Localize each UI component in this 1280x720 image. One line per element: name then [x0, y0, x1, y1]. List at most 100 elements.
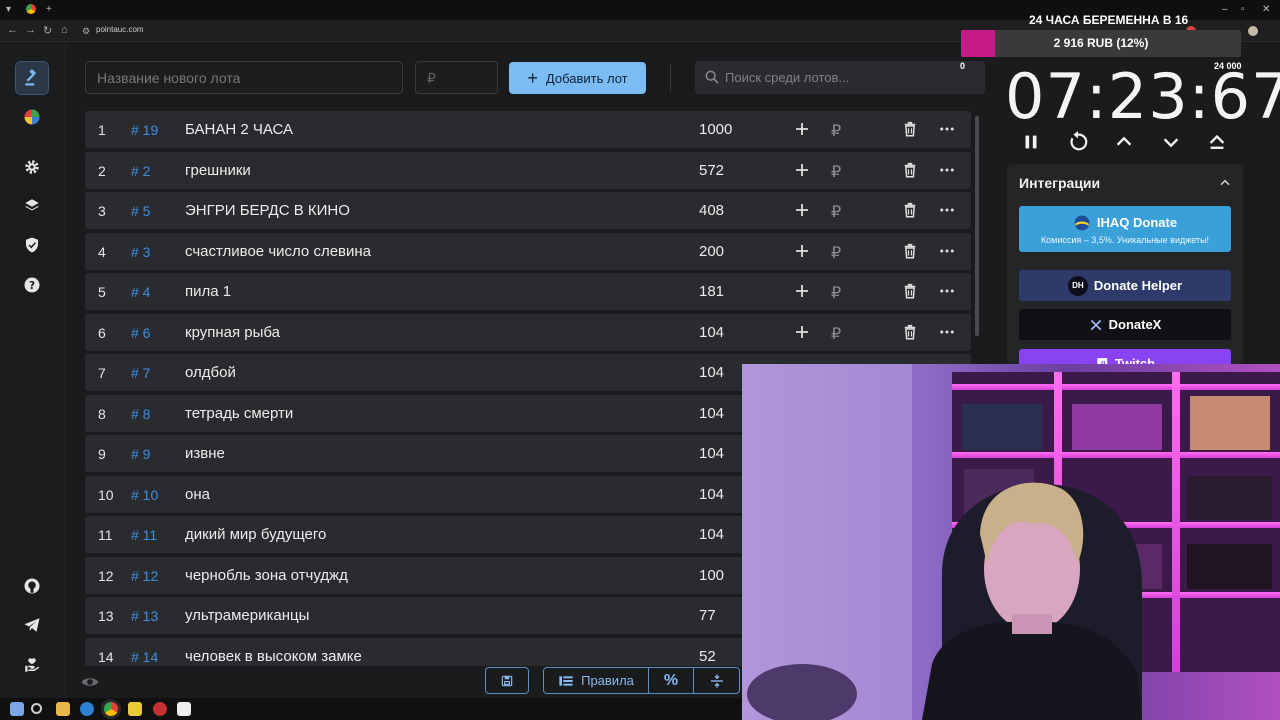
lot-id[interactable]: # 3 — [131, 244, 150, 260]
lot-name[interactable]: извне — [185, 445, 225, 462]
sidebar-item-layers[interactable] — [15, 189, 49, 223]
lot-id[interactable]: # 4 — [131, 284, 150, 300]
ruble-button[interactable]: ₽ — [831, 283, 841, 303]
delete-lot-button[interactable] — [901, 120, 919, 143]
sidebar-item-wheel[interactable] — [15, 100, 49, 134]
maximize-icon[interactable]: ▫ — [1241, 4, 1245, 16]
file-explorer-icon[interactable] — [56, 702, 70, 716]
app-icon[interactable] — [128, 702, 142, 716]
lot-id[interactable]: # 9 — [131, 446, 150, 462]
eye-icon[interactable] — [80, 672, 100, 692]
profile-avatar[interactable] — [1248, 26, 1258, 36]
lot-row[interactable]: 4 # 3 счастливое число слевина 200 ₽ — [85, 232, 971, 270]
lot-id[interactable]: # 2 — [131, 163, 150, 179]
ruble-button[interactable]: ₽ — [831, 324, 841, 344]
donatex-button[interactable]: DonateX — [1019, 309, 1231, 340]
ruble-button[interactable]: ₽ — [831, 202, 841, 222]
more-options-button[interactable] — [938, 282, 956, 305]
lot-name[interactable]: грешники — [185, 162, 251, 179]
lot-row[interactable]: 6 # 6 крупная рыба 104 ₽ — [85, 313, 971, 351]
ruble-button[interactable]: ₽ — [831, 121, 841, 141]
add-amount-button[interactable] — [793, 242, 811, 265]
more-options-button[interactable] — [938, 120, 956, 143]
pause-button[interactable] — [1019, 130, 1043, 154]
lot-id[interactable]: # 12 — [131, 568, 158, 584]
lot-id[interactable]: # 19 — [131, 122, 158, 138]
delete-lot-button[interactable] — [901, 282, 919, 305]
ihaq-donate-button[interactable]: IHAQ Donate Комиссия – 3,5%. Уникальные … — [1019, 206, 1231, 252]
delete-lot-button[interactable] — [901, 242, 919, 265]
lot-id[interactable]: # 6 — [131, 325, 150, 341]
new-lot-price-input[interactable] — [415, 61, 498, 94]
home-icon[interactable]: ⌂ — [61, 24, 68, 36]
lot-name[interactable]: она — [185, 486, 210, 503]
chrome-icon[interactable] — [26, 4, 36, 14]
lot-search[interactable] — [695, 61, 985, 94]
url-text[interactable]: pointauc.com — [96, 25, 144, 34]
obs-icon[interactable] — [153, 702, 167, 716]
ruble-button[interactable]: ₽ — [831, 243, 841, 263]
delete-lot-button[interactable] — [901, 201, 919, 224]
search-input[interactable] — [725, 61, 975, 94]
add-amount-button[interactable] — [793, 282, 811, 305]
start-icon[interactable] — [10, 702, 24, 716]
subtract-time-button[interactable] — [1159, 130, 1183, 154]
new-lot-name-input[interactable] — [85, 61, 403, 94]
app-icon-2[interactable] — [177, 702, 191, 716]
lot-name[interactable]: счастливое число слевина — [185, 243, 371, 260]
back-icon[interactable]: ← — [7, 24, 18, 36]
lot-row[interactable]: 1 # 19 БАНАН 2 ЧАСА 1000 ₽ — [85, 111, 971, 148]
forward-icon[interactable]: → — [25, 24, 36, 36]
chrome-taskbar-icon[interactable] — [104, 702, 118, 716]
add-time-button[interactable] — [1112, 130, 1136, 154]
lot-name[interactable]: пила 1 — [185, 283, 231, 300]
lot-id[interactable]: # 7 — [131, 365, 150, 381]
lot-name[interactable]: дикий мир будущего — [185, 526, 326, 543]
delete-lot-button[interactable] — [901, 161, 919, 184]
edge-icon[interactable] — [80, 702, 94, 716]
reset-button[interactable] — [1066, 130, 1090, 154]
lot-id[interactable]: # 8 — [131, 406, 150, 422]
lot-name[interactable]: тетрадь смерти — [185, 405, 293, 422]
lot-name[interactable]: крупная рыба — [185, 324, 280, 341]
lot-name[interactable]: олдбой — [185, 364, 236, 381]
more-options-button[interactable] — [938, 242, 956, 265]
sidebar-item-help[interactable]: ? — [15, 268, 49, 302]
more-options-button[interactable] — [938, 323, 956, 346]
sidebar-item-donate[interactable] — [15, 648, 49, 682]
sidebar-item-github[interactable] — [15, 569, 49, 603]
twitch-button[interactable]: Twitch — [1019, 349, 1231, 364]
lot-name[interactable]: БАНАН 2 ЧАСА — [185, 121, 293, 138]
lot-name[interactable]: человек в высоком замке — [185, 648, 362, 665]
list-scrollbar[interactable] — [975, 116, 979, 336]
add-amount-button[interactable] — [793, 161, 811, 184]
add-amount-button[interactable] — [793, 120, 811, 143]
percent-button[interactable]: % — [649, 668, 694, 693]
lot-row[interactable]: 2 # 2 грешники 572 ₽ — [85, 151, 971, 189]
more-options-button[interactable] — [938, 161, 956, 184]
lot-name[interactable]: ультрамериканцы — [185, 607, 309, 624]
lot-name[interactable]: чернобль зона отчуджд — [185, 567, 348, 584]
sidebar-item-auction[interactable] — [15, 61, 49, 95]
tab-menu-icon[interactable]: ▾ — [6, 4, 11, 16]
sidebar-item-telegram[interactable] — [15, 608, 49, 642]
sidebar-item-settings[interactable] — [15, 150, 49, 184]
close-icon[interactable]: ✕ — [1262, 4, 1270, 16]
donate-helper-button[interactable]: DH Donate Helper — [1019, 270, 1231, 301]
delete-lot-button[interactable] — [901, 323, 919, 346]
add-amount-button[interactable] — [793, 201, 811, 224]
rules-button[interactable]: Правила — [544, 668, 649, 693]
taskbar-search-icon[interactable] — [31, 703, 42, 714]
timer-max-button[interactable] — [1205, 130, 1229, 154]
collapse-chevron-icon[interactable] — [1218, 176, 1232, 190]
add-amount-button[interactable] — [793, 323, 811, 346]
save-button[interactable] — [485, 667, 529, 694]
split-button[interactable] — [694, 668, 739, 693]
lot-id[interactable]: # 13 — [131, 608, 158, 624]
sidebar-item-security[interactable] — [15, 228, 49, 262]
lot-id[interactable]: # 14 — [131, 649, 158, 665]
lot-id[interactable]: # 10 — [131, 487, 158, 503]
minimize-icon[interactable]: – — [1222, 4, 1228, 16]
site-info-icon[interactable]: ⚙ — [82, 26, 90, 37]
lot-name[interactable]: ЭНГРИ БЕРДС В КИНО — [185, 202, 350, 219]
